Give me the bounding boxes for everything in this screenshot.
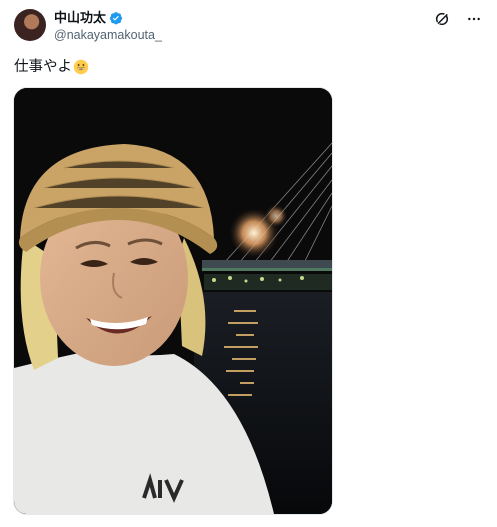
post-text: 仕事やよ — [14, 58, 89, 76]
author-name-row: 中山功太 — [54, 10, 123, 25]
post-text-content: 仕事やよ — [14, 59, 72, 75]
more-options-icon[interactable] — [465, 10, 483, 28]
grinning-face-emoji — [73, 59, 89, 75]
author-display-name[interactable]: 中山功太 — [54, 10, 106, 25]
post-header-actions — [433, 10, 483, 28]
post-avatar[interactable] — [14, 9, 46, 41]
post-photo[interactable] — [13, 87, 333, 515]
selfie-photo — [14, 88, 332, 514]
grok-icon[interactable] — [433, 10, 451, 28]
verified-badge-icon — [109, 11, 123, 25]
author-handle[interactable]: @nakayamakouta_ — [54, 28, 162, 42]
